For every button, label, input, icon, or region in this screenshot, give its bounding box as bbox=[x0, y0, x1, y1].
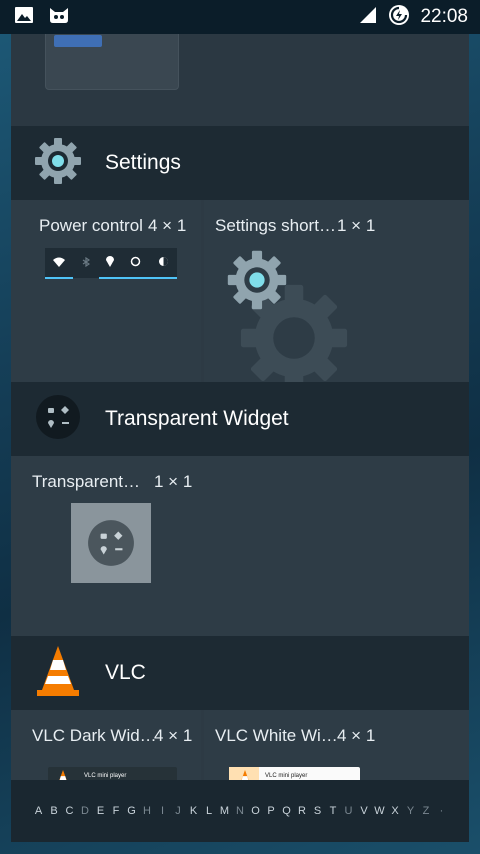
cat-face-icon bbox=[48, 6, 70, 29]
wifi-icon bbox=[53, 254, 66, 272]
app-name-transparent-widget: Transparent Widget bbox=[105, 407, 289, 430]
settings-gear-icon bbox=[32, 135, 84, 192]
widget-power-control[interactable]: Power control 4 × 1 bbox=[11, 200, 201, 382]
alphabet-letter-j[interactable]: J bbox=[172, 805, 184, 817]
widget-settings-shortcut[interactable]: Settings short… 1 × 1 bbox=[204, 200, 469, 382]
app-header-settings: Settings bbox=[11, 126, 469, 200]
sync-icon bbox=[130, 254, 141, 272]
alphabet-letter-y[interactable]: Y bbox=[405, 805, 417, 817]
app-name-vlc: VLC bbox=[105, 661, 146, 684]
vlc-player-title: VLC mini player bbox=[265, 773, 308, 779]
transparent-widget-icon bbox=[34, 393, 82, 446]
alphabet-letter-q[interactable]: Q bbox=[281, 805, 293, 817]
alphabet-letter-n[interactable]: N bbox=[234, 805, 246, 817]
wifi-active-indicator bbox=[45, 277, 73, 279]
status-bar: 22:08 bbox=[0, 0, 480, 34]
widget-vlc-white[interactable]: VLC White Wi… 4 × 1 VLC mini player bbox=[204, 710, 469, 780]
alphabet-letter-s[interactable]: S bbox=[312, 805, 324, 817]
app-name-settings: Settings bbox=[105, 151, 181, 174]
alphabet-letter-g[interactable]: G bbox=[126, 805, 138, 817]
widget-label: VLC Dark Wid… bbox=[32, 726, 157, 745]
app-header-transparent-widget: Transparent Widget bbox=[11, 382, 469, 456]
alphabet-letter-dot[interactable]: · bbox=[436, 805, 448, 817]
alphabet-letter-k[interactable]: K bbox=[188, 805, 200, 817]
alphabet-letter-w[interactable]: W bbox=[374, 805, 386, 817]
widget-size: 4 × 1 bbox=[337, 726, 376, 745]
widget-row-vlc: VLC Dark Wid… 4 × 1 VLC mini player VLC … bbox=[11, 710, 469, 780]
alphabet-letter-z[interactable]: Z bbox=[420, 805, 432, 817]
power-control-preview bbox=[45, 248, 177, 278]
widget-row-transparent: Transparent… 1 × 1 bbox=[11, 456, 469, 638]
widget-label: VLC White Wi… bbox=[215, 726, 338, 745]
widget-size: 4 × 1 bbox=[148, 216, 187, 235]
alphabet-letter-i[interactable]: I bbox=[157, 805, 169, 817]
vlc-dark-player-preview: VLC mini player bbox=[48, 767, 177, 780]
alphabet-letter-b[interactable]: B bbox=[48, 805, 60, 817]
widget-label: Power control bbox=[39, 216, 143, 235]
location-icon bbox=[105, 254, 114, 272]
settings-shortcut-gear-icon bbox=[224, 247, 290, 318]
status-clock: 22:08 bbox=[420, 6, 468, 27]
alphabet-letter-r[interactable]: R bbox=[296, 805, 308, 817]
alphabet-letter-c[interactable]: C bbox=[64, 805, 76, 817]
widget-preview-card bbox=[45, 34, 179, 90]
alphabet-letter-t[interactable]: T bbox=[327, 805, 339, 817]
alphabet-letter-v[interactable]: V bbox=[358, 805, 370, 817]
widget-vlc-dark[interactable]: VLC Dark Wid… 4 × 1 VLC mini player bbox=[11, 710, 201, 780]
vlc-cone-icon bbox=[33, 644, 83, 703]
widget-label: Settings short… bbox=[215, 216, 336, 235]
signal-icon bbox=[358, 5, 378, 30]
alphabet-letter-l[interactable]: L bbox=[203, 805, 215, 817]
widget-transparent[interactable]: Transparent… 1 × 1 bbox=[11, 456, 469, 638]
alphabet-letter-u[interactable]: U bbox=[343, 805, 355, 817]
alphabet-letter-p[interactable]: P bbox=[265, 805, 277, 817]
vlc-player-title: VLC mini player bbox=[84, 773, 127, 779]
widget-label: Transparent… bbox=[32, 472, 141, 491]
bluetooth-icon bbox=[82, 254, 90, 272]
active-indicator bbox=[99, 277, 177, 279]
alphabet-letter-h[interactable]: H bbox=[141, 805, 153, 817]
alphabet-letter-f[interactable]: F bbox=[110, 805, 122, 817]
alphabet-letter-m[interactable]: M bbox=[219, 805, 231, 817]
image-icon bbox=[14, 6, 34, 29]
transparent-widget-preview bbox=[71, 503, 151, 583]
alphabet-letter-o[interactable]: O bbox=[250, 805, 262, 817]
alphabet-letter-d[interactable]: D bbox=[79, 805, 91, 817]
previous-widget-preview[interactable] bbox=[11, 34, 469, 126]
brightness-icon bbox=[158, 254, 169, 272]
alphabet-letter-e[interactable]: E bbox=[95, 805, 107, 817]
alphabet-letter-a[interactable]: A bbox=[33, 805, 45, 817]
widget-row-settings: Power control 4 × 1 Settings short… 1 × … bbox=[11, 200, 469, 382]
data-sync-icon bbox=[388, 4, 410, 31]
alphabet-fast-scroll[interactable]: A B C D E F G H I J K L M N O P Q R S T U V W X Y Z · bbox=[11, 780, 469, 842]
vlc-white-player-preview: VLC mini player bbox=[229, 767, 360, 780]
alphabet-letter-x[interactable]: X bbox=[389, 805, 401, 817]
app-header-vlc: VLC bbox=[11, 636, 469, 710]
widget-size: 4 × 1 bbox=[154, 726, 193, 745]
widget-size: 1 × 1 bbox=[337, 216, 376, 235]
widget-size: 1 × 1 bbox=[154, 472, 193, 491]
widget-picker-panel[interactable]: Settings Power control 4 × 1 Settings sh… bbox=[11, 34, 469, 842]
